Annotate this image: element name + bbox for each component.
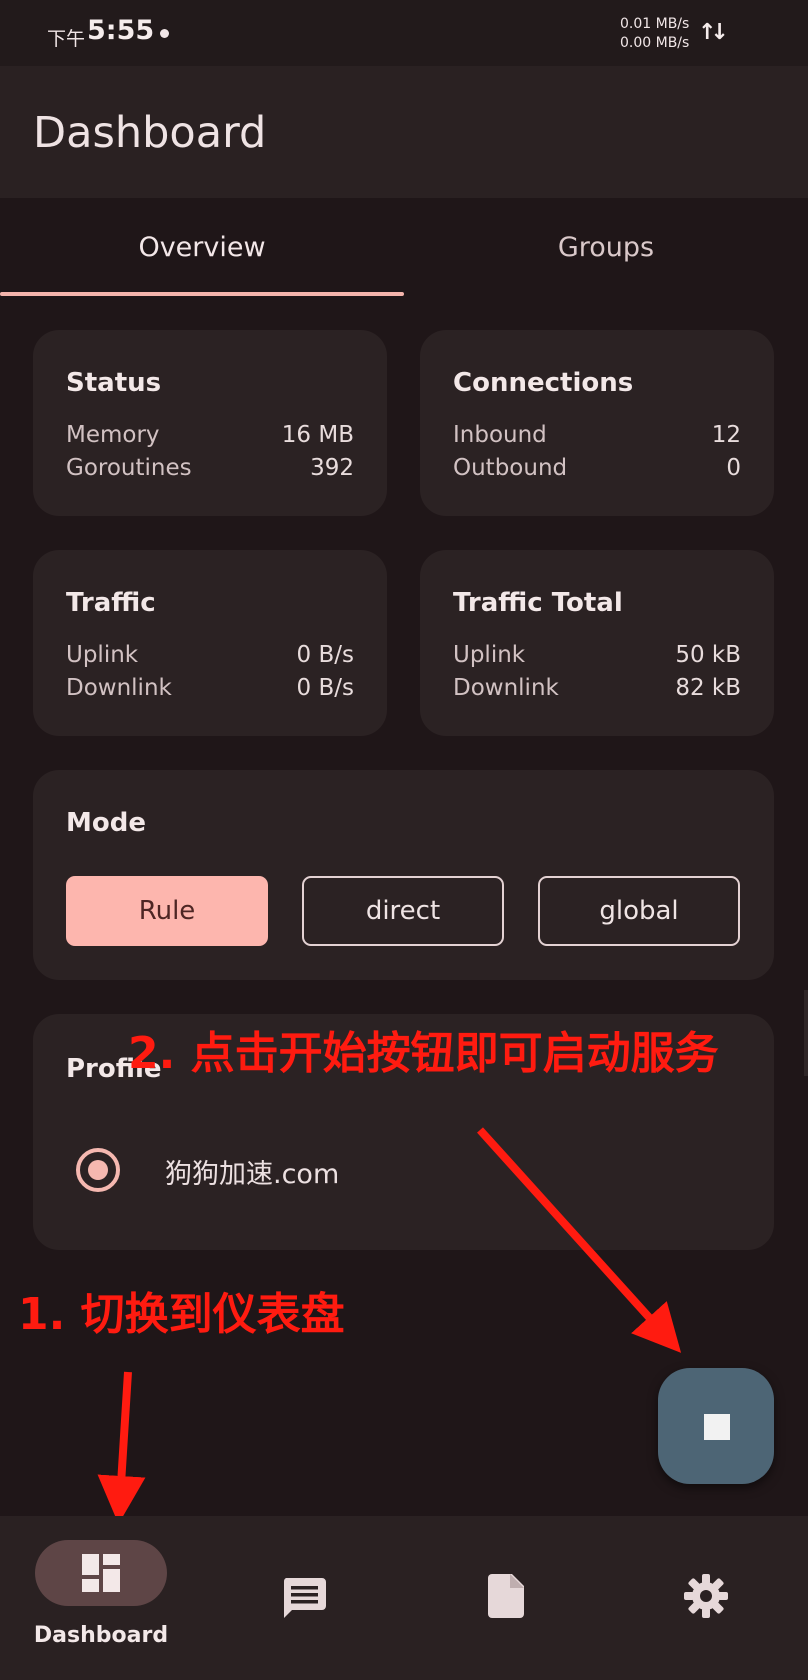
card-title: Status bbox=[66, 368, 162, 398]
uplink-total-value: 50 kB bbox=[675, 642, 741, 668]
tab-bar: Overview Groups bbox=[0, 198, 808, 296]
inbound-value: 12 bbox=[711, 422, 741, 448]
uplink-value: 0 B/s bbox=[296, 642, 354, 668]
uplink-total-label: Uplink bbox=[453, 642, 526, 668]
card-title: Connections bbox=[453, 368, 634, 398]
profile-name[interactable]: 狗狗加速.com bbox=[165, 1152, 339, 1191]
speed-down: 0.00 MB/s bbox=[620, 35, 690, 51]
mode-card: Mode bbox=[33, 770, 774, 980]
nav-item-messages[interactable] bbox=[202, 1516, 404, 1680]
downlink-total-label: Downlink bbox=[453, 675, 559, 701]
nav-item-logs[interactable] bbox=[404, 1516, 606, 1680]
status-bar: 下午 5:55 0.01 MB/s 0.00 MB/s ↑↓ bbox=[0, 0, 808, 66]
inbound-label: Inbound bbox=[453, 422, 547, 448]
uplink-label: Uplink bbox=[66, 642, 139, 668]
settings-gear-icon bbox=[684, 1574, 728, 1618]
profile-radio-button[interactable] bbox=[76, 1148, 120, 1192]
file-icon bbox=[488, 1574, 524, 1618]
downlink-label: Downlink bbox=[66, 675, 172, 701]
nav-label-dashboard: Dashboard bbox=[33, 1623, 169, 1648]
outbound-value: 0 bbox=[726, 455, 741, 481]
card-title: Traffic bbox=[66, 588, 156, 618]
goroutines-value: 392 bbox=[310, 455, 354, 481]
network-speed: 0.01 MB/s 0.00 MB/s bbox=[620, 15, 689, 53]
status-time: 5:55 bbox=[87, 15, 155, 46]
traffic-total-card: Traffic Total Uplink 50 kB Downlink 82 k… bbox=[420, 550, 774, 736]
mode-global-button[interactable]: global bbox=[538, 876, 740, 946]
page-title: Dashboard bbox=[33, 108, 267, 158]
bottom-navigation: Dashboard bbox=[0, 1516, 808, 1680]
radio-selected-dot bbox=[88, 1160, 108, 1180]
scrollbar bbox=[804, 990, 808, 1076]
speed-up: 0.01 MB/s bbox=[620, 16, 690, 32]
memory-value: 16 MB bbox=[281, 422, 354, 448]
connections-card[interactable]: Connections Inbound 12 Outbound 0 bbox=[420, 330, 774, 516]
mode-rule-button[interactable]: Rule bbox=[66, 876, 268, 946]
traffic-card: Traffic Uplink 0 B/s Downlink 0 B/s bbox=[33, 550, 387, 736]
memory-label: Memory bbox=[66, 422, 160, 448]
start-stop-fab-button[interactable] bbox=[658, 1368, 774, 1484]
mode-title: Mode bbox=[66, 808, 146, 838]
notification-dot-icon bbox=[160, 29, 169, 38]
annotation-step-1: 1. 切换到仪表盘 bbox=[18, 1289, 345, 1340]
message-icon bbox=[283, 1578, 326, 1618]
downlink-value: 0 B/s bbox=[296, 675, 354, 701]
tab-overview[interactable]: Overview bbox=[0, 198, 404, 296]
tab-groups[interactable]: Groups bbox=[404, 198, 808, 296]
mode-direct-button[interactable]: direct bbox=[302, 876, 504, 946]
nav-item-settings[interactable] bbox=[606, 1516, 808, 1680]
tab-indicator bbox=[0, 292, 404, 296]
status-ampm: 下午 bbox=[47, 28, 86, 50]
dashboard-icon bbox=[82, 1554, 120, 1592]
goroutines-label: Goroutines bbox=[66, 455, 192, 481]
nav-item-dashboard[interactable]: Dashboard bbox=[0, 1516, 202, 1680]
downlink-total-value: 82 kB bbox=[675, 675, 741, 701]
status-card: Status Memory 16 MB Goroutines 392 bbox=[33, 330, 387, 516]
up-down-arrows-icon: ↑↓ bbox=[698, 20, 729, 45]
arrow-to-dashboard-icon bbox=[97, 1371, 146, 1524]
annotation-step-2: 2. 点击开始按钮即可启动服务 bbox=[128, 1028, 719, 1079]
outbound-label: Outbound bbox=[453, 455, 568, 481]
card-title: Traffic Total bbox=[453, 588, 623, 618]
stop-icon bbox=[704, 1414, 730, 1440]
